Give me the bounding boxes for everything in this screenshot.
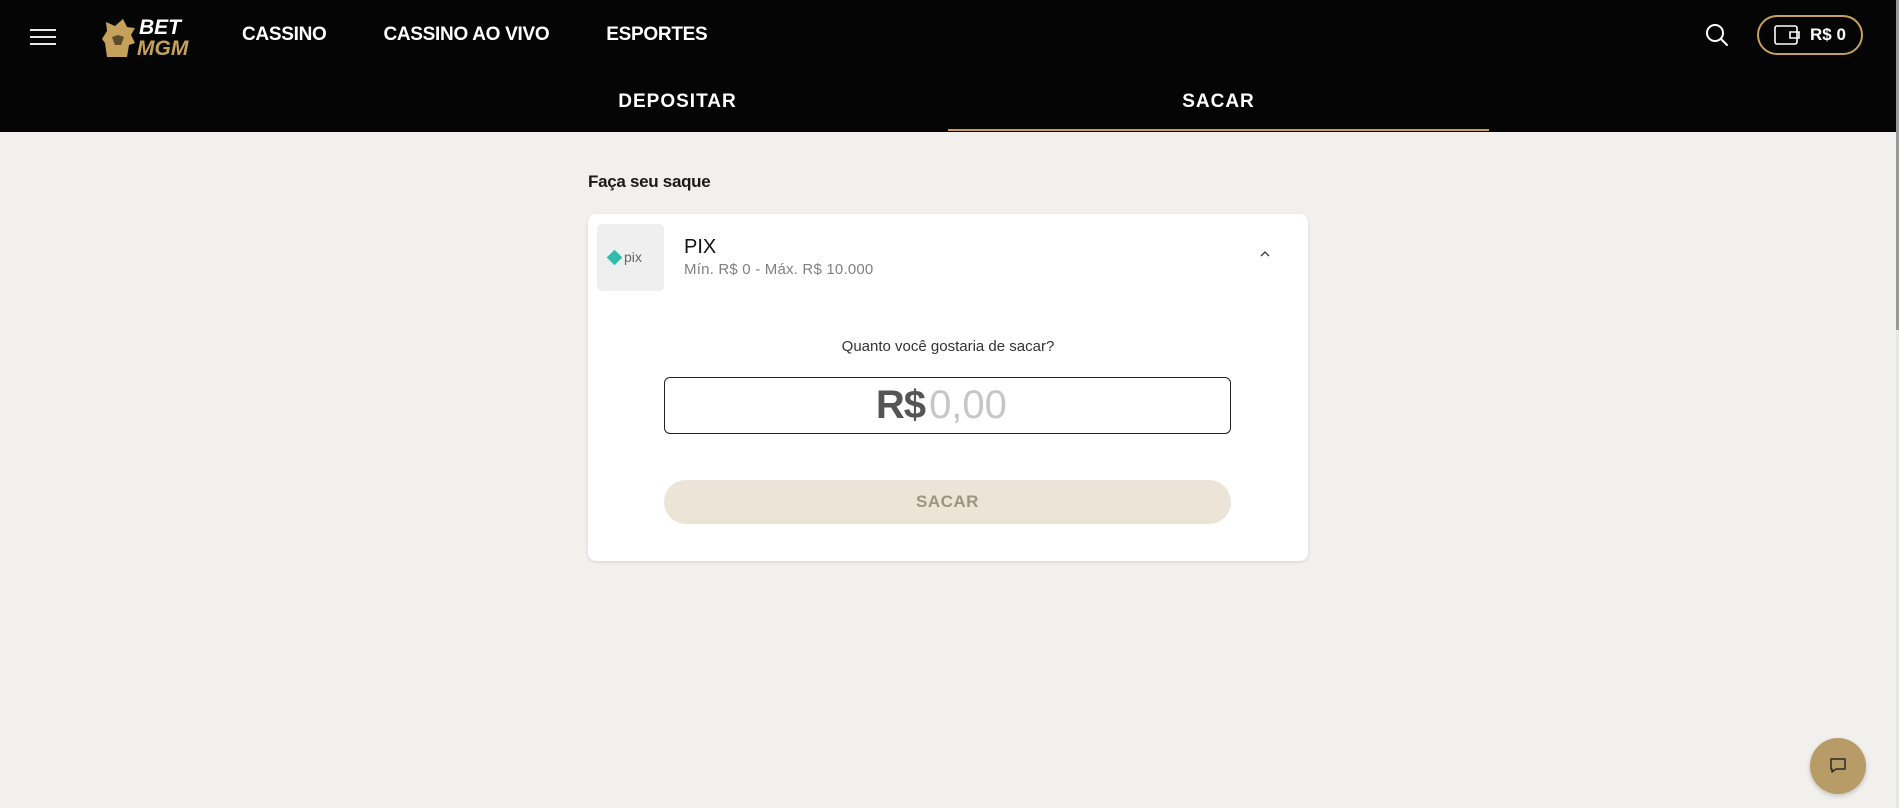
top-header: BET MGM CASSINO CASSINO AO VIVO ESPORTES… [0, 0, 1896, 132]
chevron-up-icon[interactable] [1258, 247, 1272, 261]
cashier-tabs: DEPOSITAR SACAR [407, 87, 1489, 131]
payment-method-name: PIX [684, 236, 717, 258]
logo-text-bottom: MGM [137, 37, 189, 59]
withdraw-card: pix PIX Mín. R$ 0 - Máx. R$ 10.000 Quant… [588, 214, 1308, 561]
tab-sacar[interactable]: SACAR [948, 87, 1489, 131]
nav-item-cassino-ao-vivo[interactable]: CASSINO AO VIVO [383, 22, 549, 48]
main-nav: CASSINO CASSINO AO VIVO ESPORTES [242, 22, 708, 48]
chat-button[interactable] [1810, 738, 1866, 794]
sacar-button[interactable]: SACAR [664, 480, 1231, 524]
nav-item-cassino[interactable]: CASSINO [242, 22, 327, 48]
currency-symbol: R$ [875, 383, 926, 427]
logo-text-top: BET [139, 16, 183, 39]
nav-item-esportes[interactable]: ESPORTES [606, 22, 707, 48]
chat-icon [1830, 758, 1846, 773]
hamburger-menu-icon[interactable] [30, 24, 56, 46]
wallet-icon [1774, 25, 1800, 45]
amount-field[interactable]: R$ [664, 377, 1231, 434]
betmgm-logo[interactable]: BET MGM [99, 13, 199, 60]
search-icon[interactable] [1704, 22, 1730, 48]
pix-logo: pix [597, 224, 664, 291]
payment-method-header[interactable]: pix PIX Mín. R$ 0 - Máx. R$ 10.000 [588, 214, 1308, 296]
tab-depositar[interactable]: DEPOSITAR [407, 87, 948, 131]
amount-question: Quanto você gostaria de sacar? [841, 338, 1055, 355]
payment-method-limits: Mín. R$ 0 - Máx. R$ 10.000 [684, 261, 874, 278]
pix-logo-text: pix [624, 249, 642, 265]
wallet-balance: R$ 0 [1810, 25, 1846, 44]
page-title: Faça seu saque [588, 172, 711, 191]
wallet-balance-button[interactable]: R$ 0 [1757, 15, 1863, 55]
amount-input[interactable] [929, 383, 1020, 428]
